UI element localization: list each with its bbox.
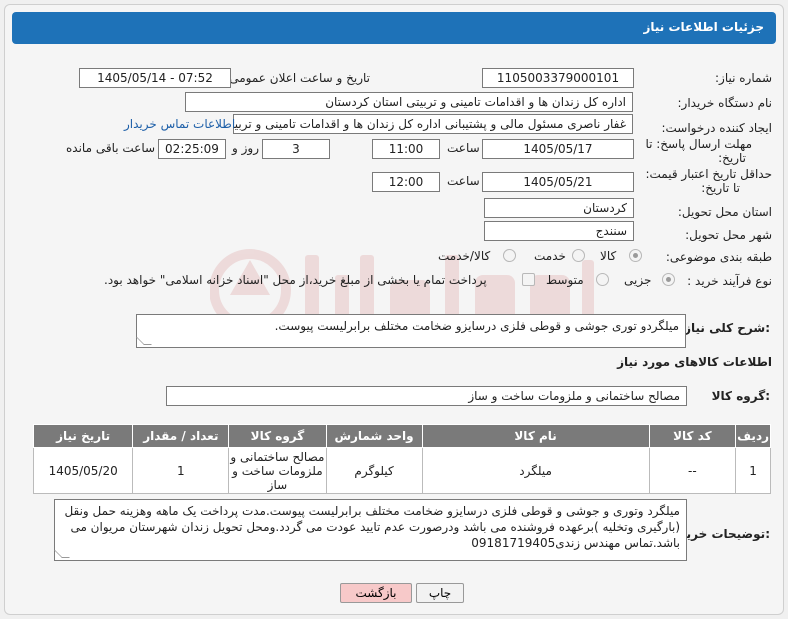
buyer-notes-textarea[interactable]: میلگرد وتوری و جوشی و قوطی فلزی درسایزو … xyxy=(54,499,687,561)
resize-handle-icon[interactable] xyxy=(136,337,152,345)
print-button[interactable]: چاپ xyxy=(416,583,464,603)
buyer-org-label: نام دستگاه خریدار: xyxy=(677,96,773,110)
reply-deadline-label-2: تاریخ: xyxy=(718,151,746,165)
process-minor-radio[interactable] xyxy=(662,273,675,286)
price-validity-date: 1405/05/21 xyxy=(482,172,634,192)
cell-need-date: 1405/05/20 xyxy=(32,447,134,494)
cell-item-name: میلگرد xyxy=(421,447,650,494)
back-button[interactable]: بازگشت xyxy=(340,583,412,603)
reply-deadline-label-1: مهلت ارسال پاسخ: تا xyxy=(645,137,752,151)
description-text: میلگردو توری جوشی و قوطی فلزی درسایزو ضخ… xyxy=(274,319,679,333)
goods-group-field: مصالح ساختمانی و ملزومات ساخت و ساز xyxy=(166,386,687,406)
description-label: شرح کلی نیاز: xyxy=(684,321,770,335)
process-minor-label: جزیی xyxy=(624,273,652,287)
cell-row-number: 1 xyxy=(735,447,771,494)
col-header-group: گروه کالا xyxy=(228,424,327,448)
delivery-province-label: استان محل تحویل: xyxy=(677,205,772,219)
col-header-item-code: کد کالا xyxy=(648,424,737,448)
goods-info-title: اطلاعات کالاهای مورد نیاز xyxy=(617,355,772,369)
goods-group-label: گروه کالا: xyxy=(711,389,770,403)
description-textarea[interactable]: میلگردو توری جوشی و قوطی فلزی درسایزو ضخ… xyxy=(136,314,686,348)
header-bar: جزئیات اطلاعات نیاز xyxy=(12,12,776,44)
delivery-province-field: کردستان xyxy=(484,198,634,218)
treasury-payment-note: پرداخت تمام یا بخشی از مبلغ خرید،از محل … xyxy=(104,273,487,287)
remaining-time-field: 02:25:09 xyxy=(158,139,226,159)
reply-days-field: 3 xyxy=(262,139,330,159)
table-header-row: ردیف کد کالا نام کالا واحد شمارش گروه کا… xyxy=(32,424,771,448)
cell-group: مصالح ساختمانی و ملزومات ساخت و ساز xyxy=(228,447,327,494)
category-service-label: خدمت xyxy=(534,249,566,263)
treasury-payment-checkbox[interactable] xyxy=(522,273,535,286)
price-validity-label-1: حداقل تاریخ اعتبار قیمت: xyxy=(645,167,772,181)
resize-handle-icon[interactable] xyxy=(54,550,70,558)
announce-datetime-label: تاریخ و ساعت اعلان عمومی: xyxy=(225,71,370,85)
remaining-time-label: ساعت باقی مانده xyxy=(66,141,156,155)
delivery-city-label: شهر محل تحویل: xyxy=(685,228,772,242)
need-number-label: شماره نیاز: xyxy=(715,71,772,85)
category-label: طبقه بندی موضوعی: xyxy=(665,250,772,264)
process-medium-radio[interactable] xyxy=(596,273,609,286)
process-medium-label: متوسط xyxy=(546,273,584,287)
reply-days-label: روز و xyxy=(232,141,259,155)
col-header-quantity: تعداد / مقدار xyxy=(132,424,230,448)
process-label: نوع فرآیند خرید : xyxy=(687,274,772,288)
reply-time-label: ساعت xyxy=(447,141,480,155)
category-service-radio[interactable] xyxy=(572,249,585,262)
requester-field: غفار ناصری مسئول مالی و پشتیبانی اداره ک… xyxy=(233,114,633,134)
requester-label: ایجاد کننده درخواست: xyxy=(661,121,772,135)
category-goods-radio[interactable] xyxy=(629,249,642,262)
price-validity-label-2: تا تاریخ: xyxy=(701,181,740,195)
col-header-unit: واحد شمارش xyxy=(325,424,423,448)
reply-deadline-time: 11:00 xyxy=(372,139,440,159)
buyer-org-field: اداره کل زندان ها و اقدامات تامینی و ترب… xyxy=(185,92,633,112)
price-validity-time: 12:00 xyxy=(372,172,440,192)
page-title: جزئیات اطلاعات نیاز xyxy=(643,20,764,34)
items-table: ردیف کد کالا نام کالا واحد شمارش گروه کا… xyxy=(32,424,771,494)
cell-quantity: 1 xyxy=(132,447,230,494)
category-both-radio[interactable] xyxy=(503,249,516,262)
price-validity-time-label: ساعت xyxy=(447,174,480,188)
category-goods-label: کالا xyxy=(600,249,617,263)
table-row: 1 -- میلگرد کیلوگرم مصالح ساختمانی و ملز… xyxy=(32,447,771,494)
cell-unit: کیلوگرم xyxy=(325,447,423,494)
delivery-city-field: سنندج xyxy=(484,221,634,241)
reply-deadline-date: 1405/05/17 xyxy=(482,139,634,159)
category-both-label: کالا/خدمت xyxy=(438,249,491,263)
buyer-notes-text: میلگرد وتوری و جوشی و قوطی فلزی درسایزو … xyxy=(64,504,680,550)
buyer-contact-link[interactable]: اطلاعات تماس خریدار xyxy=(124,117,235,131)
col-header-row-number: ردیف xyxy=(735,424,771,448)
cell-item-code: -- xyxy=(648,447,737,494)
col-header-item-name: نام کالا xyxy=(421,424,650,448)
col-header-need-date: تاریخ نیاز xyxy=(32,424,134,448)
need-number-field: 1105003379000101 xyxy=(482,68,634,88)
announce-datetime-field: 1405/05/14 - 07:52 xyxy=(79,68,231,88)
